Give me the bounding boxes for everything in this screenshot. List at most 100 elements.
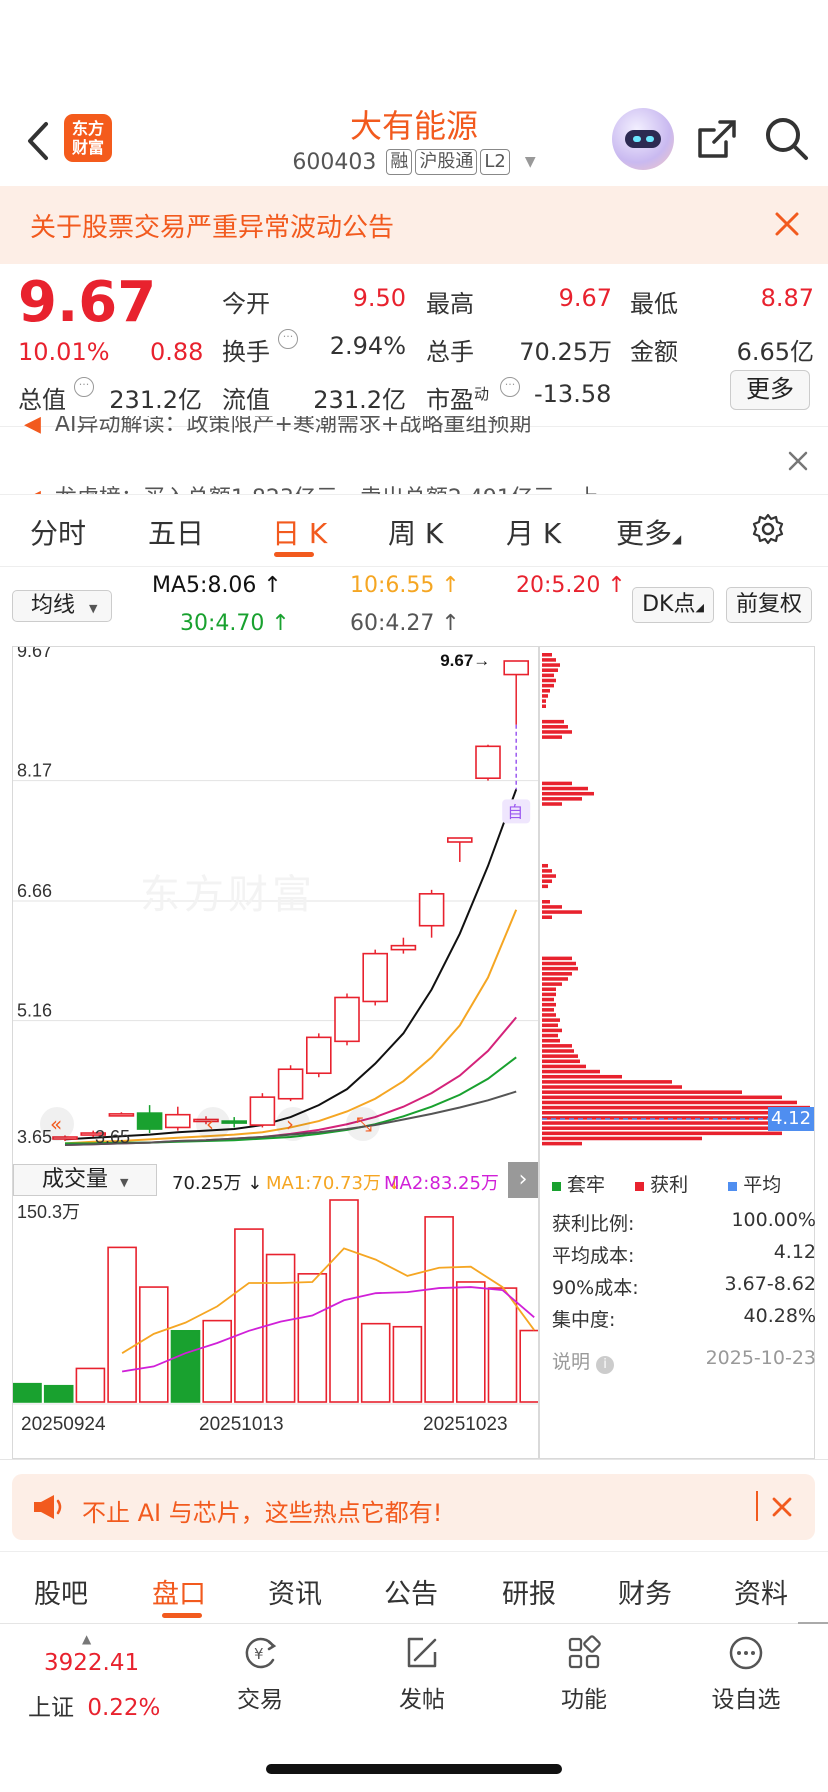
chip-bar <box>542 1131 782 1136</box>
volume-bar <box>43 1384 74 1403</box>
y-tick-label: 9.67 <box>17 647 52 661</box>
info-dots-icon[interactable]: ··· <box>74 377 94 397</box>
chip-bar <box>542 1136 702 1141</box>
chip-bar <box>542 735 562 739</box>
info-dots-icon[interactable]: ··· <box>500 377 520 397</box>
ma20-value: 20:5.20 ↑ <box>516 573 626 598</box>
tab-news[interactable]: 资讯 <box>268 1572 322 1611</box>
adjust-button[interactable]: 前复权 <box>726 587 812 623</box>
chip-bar <box>542 1069 600 1074</box>
volume-bar <box>107 1246 137 1403</box>
tab-monthly-k[interactable]: 月 K <box>506 512 561 552</box>
close-icon[interactable] <box>772 1497 792 1517</box>
low-label: 最低 <box>630 290 678 318</box>
watermark: 东方财富 <box>140 872 316 918</box>
expand-arrow-icon[interactable]: › <box>508 1162 538 1198</box>
mktcap-label: 总值 <box>18 386 66 414</box>
volume-ma2: MA2:83.25万 ↓ <box>384 1173 516 1194</box>
chip-bar <box>542 668 558 672</box>
tab-financials[interactable]: 财务 <box>618 1572 672 1611</box>
chip-bar <box>542 1095 782 1100</box>
ai-assistant-icon[interactable] <box>612 108 674 170</box>
amount-value: 6.65亿 <box>736 338 814 366</box>
chip-bar <box>542 1121 798 1125</box>
promo-text[interactable]: 不止 AI 与芯片，这些热点它都有! <box>82 1493 442 1528</box>
candle-body <box>305 1036 332 1075</box>
tab-market-depth[interactable]: 盘口 <box>152 1572 206 1611</box>
share-icon[interactable] <box>696 118 738 160</box>
grid-icon <box>568 1635 601 1669</box>
stat-90cost-value: 3.67-8.62 <box>724 1273 816 1295</box>
megaphone-icon <box>34 1495 62 1519</box>
tab-intraday[interactable]: 分时 <box>30 512 86 552</box>
tab-announcements[interactable]: 公告 <box>384 1572 438 1611</box>
chip-bar <box>542 1100 797 1105</box>
info-icon: i <box>596 1356 615 1374</box>
tab-more[interactable]: 更多◢ <box>616 512 681 552</box>
nav-functions[interactable]: 功能 <box>514 1634 654 1714</box>
current-price: 9.67 <box>18 270 157 335</box>
tag-connect: 沪股通 <box>415 149 478 175</box>
candle-body <box>136 1112 163 1130</box>
nav-add-watchlist[interactable]: 设自选 <box>676 1634 816 1714</box>
candle-body <box>334 996 360 1043</box>
ma30-value: 30:4.70 ↑ <box>180 611 290 636</box>
candle-body <box>108 1113 135 1117</box>
speaker-icon: ◀ <box>24 486 41 494</box>
tab-daily-k[interactable]: 日 K <box>272 512 327 552</box>
stat-concentration-value: 40.28% <box>743 1305 816 1327</box>
ticker-ai[interactable]: ◀ AI异动解读：政策限产+寒潮需求+战略重组预期 <box>24 416 764 436</box>
chip-bar <box>542 910 582 914</box>
indicator-select[interactable]: 均线 ▼ <box>12 590 112 622</box>
chip-bar <box>542 663 560 667</box>
volume-bar <box>170 1329 201 1403</box>
volume-bar <box>202 1319 232 1403</box>
chip-bar <box>542 1008 554 1012</box>
tab-weekly-k[interactable]: 周 K <box>388 512 443 552</box>
chip-bar <box>542 791 594 796</box>
tab-underline <box>274 552 314 557</box>
candle-body <box>249 1096 276 1126</box>
volume-chart[interactable]: 150.3万 20250924 20251013 20251023 <box>13 1198 538 1460</box>
chip-bar <box>542 1085 682 1089</box>
tab-profile[interactable]: 资料 <box>734 1572 788 1611</box>
tab-five-day[interactable]: 五日 <box>148 512 204 552</box>
close-icon[interactable] <box>774 211 800 237</box>
chip-bar <box>542 1044 572 1048</box>
caret-down-icon: ▼ <box>524 154 536 170</box>
chip-bar <box>542 1038 560 1043</box>
chip-note[interactable]: 说明 i <box>552 1347 615 1374</box>
chip-bar <box>542 704 546 709</box>
announcement-text[interactable]: 关于股票交易严重异常波动公告 <box>30 207 394 244</box>
dk-point-button[interactable]: DK点◢ <box>632 587 714 623</box>
chip-bar <box>542 915 552 919</box>
nav-post[interactable]: 发帖 <box>352 1634 492 1714</box>
index-info[interactable]: 上证 0.22% <box>28 1688 160 1722</box>
close-icon[interactable] <box>788 451 808 471</box>
volume-select[interactable]: 成交量 ▼ <box>13 1164 157 1196</box>
search-icon[interactable] <box>764 116 810 162</box>
volume-bar <box>139 1286 169 1403</box>
turnover-value: 2.94% <box>329 332 406 360</box>
volume-bar <box>75 1367 106 1403</box>
tag-margin: 融 <box>386 149 413 175</box>
tag-level2: L2 <box>480 149 510 175</box>
ticker-dragon-tiger[interactable]: ◀龙虎榜：买入总额1.823亿元，卖出总额2.491亿元，上 <box>24 480 764 494</box>
info-dots-icon[interactable]: ··· <box>278 329 298 349</box>
chip-bar <box>542 658 556 662</box>
chip-bar <box>542 725 568 729</box>
candle-body <box>418 893 445 927</box>
chart-nav-icon: ⤡ <box>356 1112 372 1136</box>
nav-trade[interactable]: ¥ 交易 <box>190 1634 330 1714</box>
settings-icon[interactable] <box>752 513 784 545</box>
chip-distribution[interactable] <box>540 647 814 1155</box>
index-value[interactable]: 3922.41 <box>44 1650 139 1676</box>
chip-bar <box>542 1049 574 1053</box>
tab-research[interactable]: 研报 <box>502 1572 556 1611</box>
stat-avgcost-value: 4.12 <box>773 1241 816 1263</box>
float-label: 流值 <box>222 386 270 414</box>
more-button[interactable]: 更多 <box>730 370 810 410</box>
tab-forum[interactable]: 股吧 <box>34 1572 88 1611</box>
chip-bar <box>542 1023 558 1028</box>
stat-avgcost-label: 平均成本: <box>552 1245 635 1267</box>
